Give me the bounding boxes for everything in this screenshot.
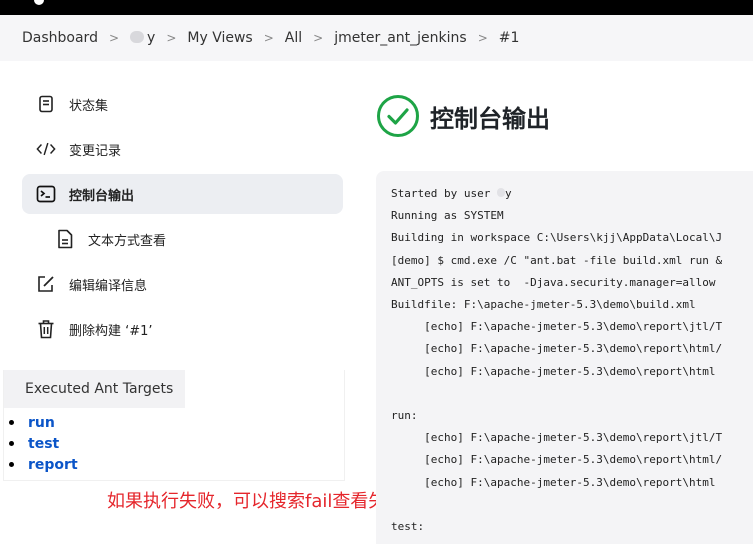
redacted-mark bbox=[496, 188, 505, 197]
breadcrumb: Dashboard > y > My Views > All > jmeter_… bbox=[22, 15, 519, 61]
sidebar: 状态集 变更记录 控制台输出 文本方式查看 编辑编译信息 删除构建 ‘#1’ bbox=[22, 84, 343, 354]
console-line: [echo] F:\apache-jmeter-5.3\demo\report\… bbox=[391, 342, 723, 356]
list-item: report bbox=[9, 454, 78, 475]
list-item: run bbox=[9, 412, 78, 433]
breadcrumb-user-label: y bbox=[147, 30, 156, 46]
sidebar-item-plain-text[interactable]: 文本方式查看 bbox=[22, 219, 343, 259]
sidebar-item-edit-build-info[interactable]: 编辑编译信息 bbox=[22, 264, 343, 304]
ant-targets-title: Executed Ant Targets bbox=[4, 370, 185, 408]
trash-icon bbox=[36, 319, 56, 339]
breadcrumb-build[interactable]: #1 bbox=[499, 30, 520, 46]
edit-icon bbox=[36, 274, 56, 294]
code-icon bbox=[36, 139, 56, 159]
sidebar-item-label: 状态集 bbox=[69, 98, 109, 114]
console-line: [demo] $ cmd.exe /C "ant.bat -file build… bbox=[391, 253, 723, 267]
top-header-bar bbox=[0, 0, 753, 15]
console-line: [echo] F:\apache-jmeter-5.3\demo\report\… bbox=[391, 475, 716, 489]
chevron-right-icon: > bbox=[166, 31, 177, 45]
console-line: Buildfile: F:\apache-jmeter-5.3\demo\bui… bbox=[391, 298, 696, 312]
text-file-icon bbox=[55, 229, 75, 249]
console-line: Running as SYSTEM bbox=[391, 209, 504, 223]
chevron-right-icon: > bbox=[477, 31, 488, 45]
sidebar-item-changes[interactable]: 变更记录 bbox=[22, 129, 343, 169]
chevron-right-icon: > bbox=[263, 31, 274, 45]
jenkins-logo-icon[interactable] bbox=[34, 0, 44, 5]
console-output: Started by user y Running as SYSTEM Buil… bbox=[376, 171, 753, 544]
chevron-right-icon: > bbox=[313, 31, 324, 45]
page-title-block: 控制台输出 bbox=[376, 94, 550, 138]
document-icon bbox=[36, 94, 56, 114]
console-line: test: bbox=[391, 520, 425, 534]
chevron-right-icon: > bbox=[108, 31, 120, 45]
console-line: [echo] F:\apache-jmeter-5.3\demo\report\… bbox=[391, 453, 723, 467]
ant-targets-list: run test report bbox=[9, 412, 78, 475]
breadcrumb-dashboard[interactable]: Dashboard bbox=[22, 30, 98, 46]
console-text: Started by user y Running as SYSTEM Buil… bbox=[391, 183, 722, 538]
success-check-icon bbox=[377, 95, 419, 137]
sidebar-item-label: 编辑编译信息 bbox=[69, 278, 148, 294]
sidebar-item-delete-build[interactable]: 删除构建 ‘#1’ bbox=[22, 309, 343, 349]
terminal-icon bbox=[36, 184, 56, 204]
sidebar-item-label: 控制台输出 bbox=[69, 188, 135, 204]
page-title: 控制台输出 bbox=[430, 104, 550, 133]
console-line: [echo] F:\apache-jmeter-5.3\demo\report\… bbox=[391, 320, 723, 334]
redacted-mark bbox=[130, 31, 145, 43]
breadcrumb-bar: Dashboard > y > My Views > All > jmeter_… bbox=[0, 15, 753, 61]
ant-target-link-report[interactable]: report bbox=[28, 457, 78, 473]
console-line: Started by user bbox=[391, 187, 497, 200]
executed-ant-targets-panel: Executed Ant Targets run test report bbox=[3, 370, 345, 481]
ant-target-link-test[interactable]: test bbox=[28, 436, 59, 452]
sidebar-item-status[interactable]: 状态集 bbox=[22, 84, 343, 124]
bullet-icon bbox=[9, 462, 14, 467]
console-line: run: bbox=[391, 409, 418, 423]
ant-target-link-run[interactable]: run bbox=[28, 415, 55, 431]
breadcrumb-job[interactable]: jmeter_ant_jenkins bbox=[334, 30, 466, 46]
bullet-icon bbox=[9, 420, 14, 425]
console-line: ANT_OPTS is set to -Djava.security.manag… bbox=[391, 275, 716, 289]
sidebar-item-label: 删除构建 ‘#1’ bbox=[69, 323, 153, 339]
console-line: Building in workspace C:\Users\kjj\AppDa… bbox=[391, 231, 723, 245]
console-line: [echo] F:\apache-jmeter-5.3\demo\report\… bbox=[391, 364, 716, 378]
sidebar-item-label: 变更记录 bbox=[69, 143, 122, 159]
breadcrumb-all[interactable]: All bbox=[285, 30, 302, 46]
sidebar-item-label: 文本方式查看 bbox=[88, 233, 167, 249]
console-line: [echo] F:\apache-jmeter-5.3\demo\report\… bbox=[391, 431, 723, 445]
breadcrumb-user[interactable]: y bbox=[130, 30, 155, 46]
list-item: test bbox=[9, 433, 78, 454]
bullet-icon bbox=[9, 441, 14, 446]
sidebar-item-console-output[interactable]: 控制台输出 bbox=[22, 174, 343, 214]
console-user-suffix: y bbox=[504, 187, 512, 200]
breadcrumb-my-views[interactable]: My Views bbox=[187, 30, 252, 46]
